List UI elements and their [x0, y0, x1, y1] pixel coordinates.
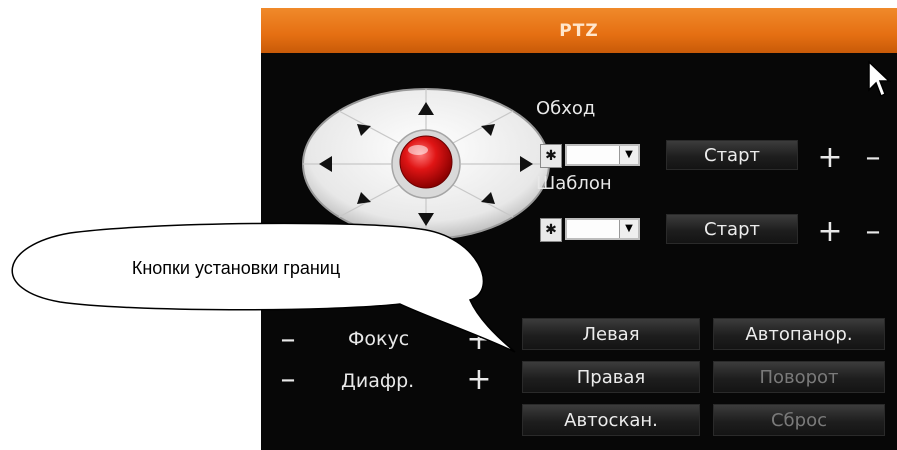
callout-text: Кнопки установки границ — [131, 258, 341, 278]
tour-start-button[interactable]: Старт — [666, 140, 798, 170]
left-limit-button[interactable]: Левая — [522, 318, 700, 350]
partial-label: ние — [406, 278, 443, 300]
gear-icon[interactable]: ✱ — [540, 144, 562, 168]
autoscan-button[interactable]: Автоскан. — [522, 404, 700, 436]
pattern-select[interactable]: ▼ — [565, 218, 640, 240]
iris-plus-button[interactable]: + — [466, 365, 492, 395]
ptz-direction-pad — [302, 88, 550, 240]
focus-label: Фокус — [348, 328, 410, 350]
autopan-button[interactable]: Автопанор. — [713, 318, 885, 350]
focus-plus-button[interactable]: + — [466, 325, 492, 355]
gear-icon[interactable]: ✱ — [540, 218, 562, 242]
iris-minus-button[interactable]: – — [275, 365, 301, 395]
iris-label: Диафр. — [341, 370, 415, 392]
tour-label: Обход — [536, 98, 596, 119]
dialog-title: PTZ — [559, 20, 599, 41]
ptz-dialog: PTZ Обход ✱ ▼ Старт + – Шаблон ✱ ▼ Старт… — [261, 8, 897, 450]
focus-minus-button[interactable]: – — [275, 325, 301, 355]
pattern-add-button[interactable]: + — [817, 217, 843, 247]
tour-remove-button[interactable]: – — [860, 143, 886, 173]
pattern-start-button[interactable]: Старт — [666, 214, 798, 244]
pattern-label: Шаблон — [536, 173, 612, 194]
tour-select[interactable]: ▼ — [565, 144, 640, 166]
chevron-down-icon[interactable]: ▼ — [619, 220, 638, 238]
right-limit-button[interactable]: Правая — [522, 361, 700, 393]
title-bar: PTZ — [261, 8, 897, 53]
rotate-button[interactable]: Поворот — [713, 361, 885, 393]
chevron-down-icon[interactable]: ▼ — [619, 146, 638, 164]
mouse-pointer-icon — [868, 60, 891, 98]
ptz-center-button[interactable] — [399, 135, 453, 189]
pattern-remove-button[interactable]: – — [860, 217, 886, 247]
tour-add-button[interactable]: + — [817, 143, 843, 173]
reset-button[interactable]: Сброс — [713, 404, 885, 436]
